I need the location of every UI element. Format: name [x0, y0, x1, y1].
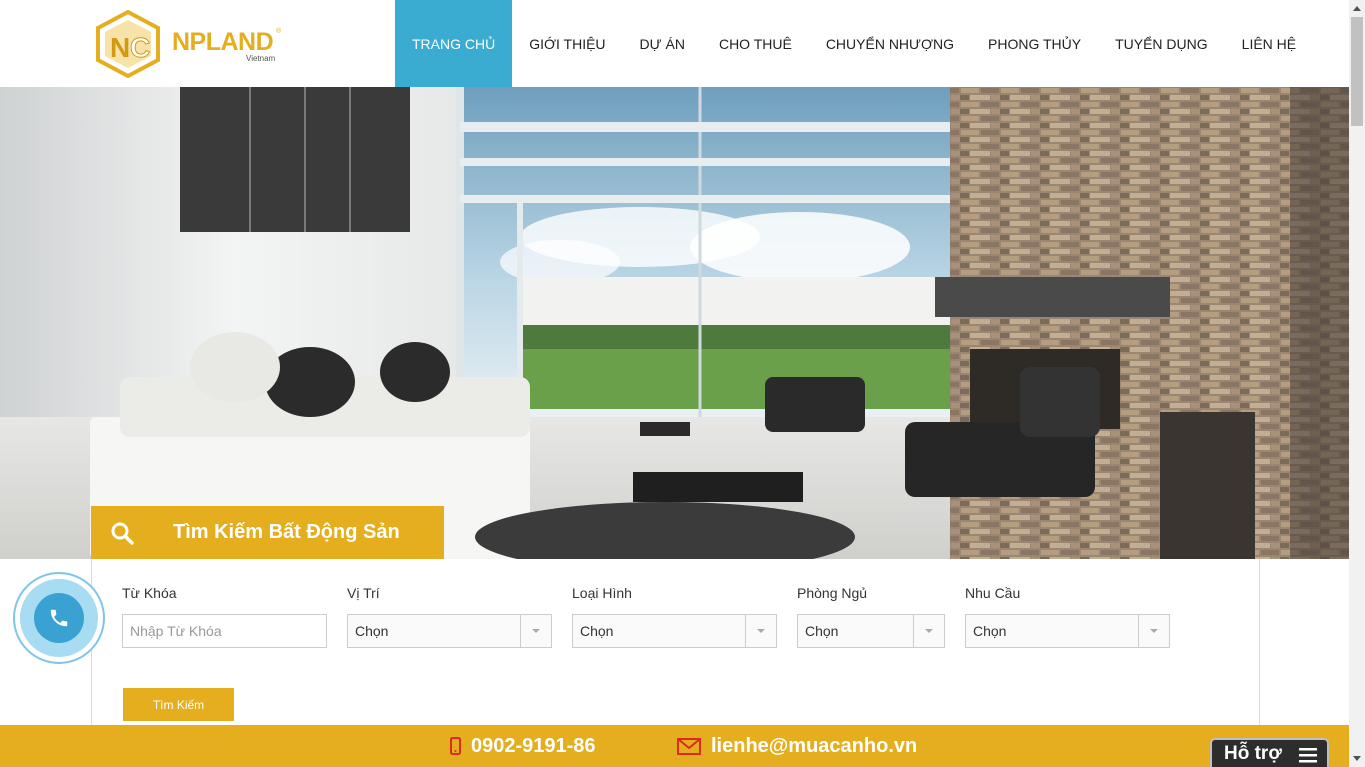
- nav-item-transfer[interactable]: CHUYỂN NHƯỢNG: [809, 0, 971, 87]
- page: N C NPLAND ® Vietnam TRANG CHỦ GIỚI THIỆ…: [0, 0, 1365, 767]
- need-select-value: Chọn: [973, 623, 1007, 639]
- phone-contact[interactable]: 0902-9191-86: [450, 725, 596, 767]
- nav-item-careers[interactable]: TUYỂN DỤNG: [1098, 0, 1225, 87]
- hero-image: [0, 87, 1349, 559]
- logo-text: NPLAND: [172, 28, 274, 56]
- location-select-value: Chọn: [355, 623, 389, 639]
- nav-item-fengshui[interactable]: PHONG THỦY: [971, 0, 1098, 87]
- search-title: Tìm Kiếm Bất Động Sản: [173, 521, 400, 543]
- call-button-ring: [20, 579, 98, 657]
- search-icon: [91, 521, 153, 545]
- type-select-value: Chọn: [580, 623, 614, 639]
- scroll-down-arrow-icon[interactable]: [1349, 750, 1365, 767]
- call-button[interactable]: [13, 572, 105, 664]
- menu-icon: [1299, 747, 1317, 767]
- support-widget[interactable]: Hỗ trợ: [1210, 738, 1329, 767]
- nav-item-rent[interactable]: CHO THUÊ: [702, 0, 809, 87]
- site-header: N C NPLAND ® Vietnam TRANG CHỦ GIỚI THIỆ…: [0, 0, 1349, 87]
- logo[interactable]: N C NPLAND ® Vietnam: [96, 9, 286, 79]
- support-label: Hỗ trợ: [1224, 742, 1282, 764]
- nav-item-projects[interactable]: DỰ ÁN: [623, 0, 702, 87]
- chevron-down-icon: [913, 615, 944, 647]
- need-label: Nhu Cầu: [965, 585, 1021, 601]
- nav-item-contact[interactable]: LIÊN HỆ: [1225, 0, 1313, 87]
- svg-text:N: N: [110, 32, 130, 63]
- logo-mark-icon: N C: [96, 9, 160, 79]
- bedroom-select-value: Chọn: [805, 623, 839, 639]
- logo-registered: ®: [276, 28, 282, 35]
- nav-item-about[interactable]: GIỚI THIỆU: [512, 0, 622, 87]
- search-button[interactable]: Tìm Kiếm: [123, 688, 234, 721]
- chevron-down-icon: [520, 615, 551, 647]
- search-panel: Từ Khóa Vị Trí Chọn Loại Hình Chọn Phòng…: [91, 559, 1260, 725]
- bedroom-label: Phòng Ngủ: [797, 585, 868, 601]
- main-nav: TRANG CHỦ GIỚI THIỆU DỰ ÁN CHO THUÊ CHUY…: [395, 0, 1313, 87]
- email-address: lienhe@muacanho.vn: [711, 734, 918, 757]
- mail-icon: [677, 737, 701, 755]
- mobile-icon: [450, 737, 461, 755]
- nav-item-home[interactable]: TRANG CHỦ: [395, 0, 513, 87]
- bedroom-select[interactable]: Chọn: [797, 614, 945, 648]
- logo-subtitle: Vietnam: [246, 54, 276, 63]
- location-select[interactable]: Chọn: [347, 614, 552, 648]
- scrollbar[interactable]: [1349, 0, 1365, 767]
- search-tab: Tìm Kiếm Bất Động Sản: [91, 506, 444, 559]
- phone-number: 0902-9191-86: [471, 734, 596, 757]
- scroll-thumb[interactable]: [1351, 17, 1363, 126]
- keyword-input[interactable]: [122, 614, 327, 648]
- location-label: Vị Trí: [347, 585, 380, 601]
- svg-text:C: C: [130, 32, 150, 63]
- contact-bar: 0902-9191-86 lienhe@muacanho.vn: [0, 725, 1349, 767]
- type-label: Loại Hình: [572, 585, 632, 601]
- chevron-down-icon: [1138, 615, 1169, 647]
- chevron-down-icon: [745, 615, 776, 647]
- keyword-label: Từ Khóa: [122, 585, 177, 601]
- scroll-up-arrow-icon[interactable]: [1349, 0, 1365, 17]
- phone-icon: [34, 593, 84, 643]
- hero-banner: [0, 87, 1349, 559]
- email-contact[interactable]: lienhe@muacanho.vn: [677, 725, 917, 767]
- type-select[interactable]: Chọn: [572, 614, 777, 648]
- need-select[interactable]: Chọn: [965, 614, 1170, 648]
